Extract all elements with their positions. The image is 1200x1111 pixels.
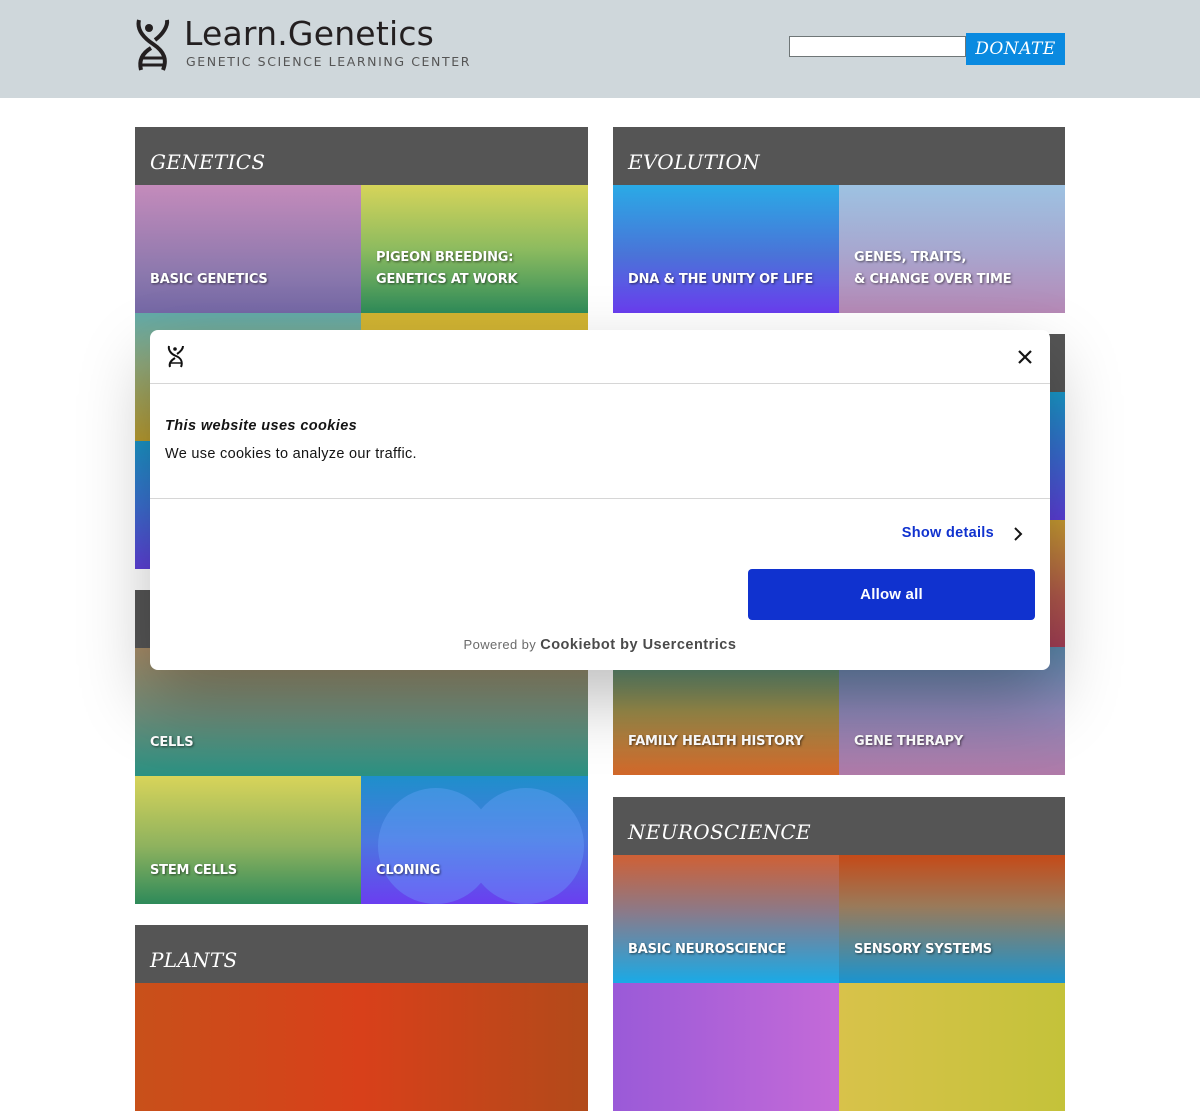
dialog-header <box>150 330 1050 384</box>
section-title[interactable]: PLANTS <box>135 925 588 983</box>
chevron-right-icon[interactable] <box>1012 526 1024 542</box>
tile-dna-unity-of-life[interactable]: DNA & THE UNITY OF LIFE <box>613 185 839 313</box>
close-button[interactable] <box>1012 344 1038 370</box>
tile-label: BASIC GENETICS <box>150 272 268 287</box>
donate-button[interactable]: DONATE <box>966 33 1065 65</box>
tile-neuroscience-row2-right[interactable] <box>839 983 1065 1111</box>
tile-label: SENSORY SYSTEMS <box>854 942 992 957</box>
powered-by: Powered by Cookiebot by Usercentrics <box>150 637 1050 653</box>
site-logo[interactable]: Learn.Genetics GENETIC SCIENCE LEARNING … <box>135 14 495 74</box>
logo-subtitle: GENETIC SCIENCE LEARNING CENTER <box>186 54 471 69</box>
tile-sensory-systems[interactable]: SENSORY SYSTEMS <box>839 855 1065 983</box>
tile-genes-traits-change[interactable]: GENES, TRAITS, & CHANGE OVER TIME <box>839 185 1065 313</box>
section-title[interactable]: EVOLUTION <box>613 127 1065 185</box>
section-neuroscience: NEUROSCIENCE BASIC NEUROSCIENCE SENSORY … <box>613 797 1065 1111</box>
tile-label: GENES, TRAITS, & CHANGE OVER TIME <box>854 250 1012 287</box>
tile-plants-row1[interactable] <box>135 983 588 1111</box>
logo-title: Learn.Genetics <box>184 14 435 53</box>
tile-neuroscience-row2-left[interactable] <box>613 983 839 1111</box>
tile-stem-cells[interactable]: STEM CELLS <box>135 776 361 904</box>
dialog-title: This website uses cookies <box>165 418 358 434</box>
search-input[interactable] <box>789 36 966 57</box>
tile-label: CELLS <box>150 735 194 750</box>
cookiebot-brand-link[interactable]: Cookiebot by Usercentrics <box>540 637 736 653</box>
close-icon <box>1018 350 1032 364</box>
cookie-consent-dialog: This website uses cookies We use cookies… <box>150 330 1050 670</box>
dna-person-logo-icon <box>167 345 184 368</box>
powered-by-prefix: Powered by <box>463 637 537 652</box>
tile-basic-neuroscience[interactable]: BASIC NEUROSCIENCE <box>613 855 839 983</box>
tile-label: DNA & THE UNITY OF LIFE <box>628 272 814 287</box>
tile-label: GENE THERAPY <box>854 734 964 749</box>
site-header: Learn.Genetics GENETIC SCIENCE LEARNING … <box>0 0 1200 98</box>
tile-basic-genetics[interactable]: BASIC GENETICS <box>135 185 361 313</box>
tile-label: FAMILY HEALTH HISTORY <box>628 734 804 749</box>
cell-division-art-icon <box>378 788 584 904</box>
dialog-text: We use cookies to analyze our traffic. <box>165 446 417 462</box>
dialog-body: This website uses cookies We use cookies… <box>150 384 1050 499</box>
section-evolution: EVOLUTION DNA & THE UNITY OF LIFE GENES,… <box>613 127 1065 313</box>
section-plants: PLANTS <box>135 925 588 1111</box>
dna-person-logo-icon <box>136 19 170 71</box>
tile-label: STEM CELLS <box>150 863 237 878</box>
section-title[interactable]: GENETICS <box>135 127 588 185</box>
show-details-link[interactable]: Show details <box>902 525 994 541</box>
tile-label: CLONING <box>376 863 441 878</box>
tile-cloning[interactable]: CLONING <box>361 776 588 904</box>
tile-label: BASIC NEUROSCIENCE <box>628 942 786 957</box>
allow-all-button[interactable]: Allow all <box>748 569 1035 620</box>
tile-pigeon-breeding[interactable]: PIGEON BREEDING: GENETICS AT WORK <box>361 185 588 313</box>
tile-label: PIGEON BREEDING: GENETICS AT WORK <box>376 250 518 287</box>
section-title[interactable]: NEUROSCIENCE <box>613 797 1065 855</box>
